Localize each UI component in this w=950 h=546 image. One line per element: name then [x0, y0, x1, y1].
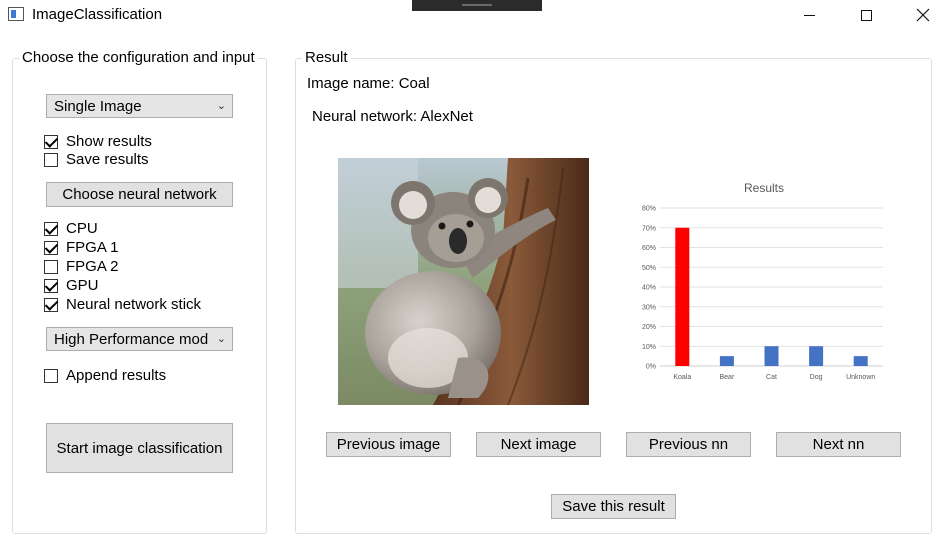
performance-select[interactable]: High Performance mod ⌄: [46, 327, 233, 351]
checkbox-icon[interactable]: [44, 134, 58, 149]
checkbox-icon[interactable]: [44, 297, 58, 312]
chart-bar-bear: [719, 356, 734, 366]
chart-bar-dog: [809, 346, 824, 366]
next-image-button[interactable]: Next image: [476, 432, 601, 457]
app-window-icon: [8, 7, 24, 21]
chart-y-tick-label: 0%: [646, 364, 656, 371]
chart-y-tick-label: 10%: [642, 344, 656, 351]
chart-x-tick-label: Dog: [810, 374, 823, 381]
device-label: GPU: [66, 277, 99, 294]
chart-x-tick-label: Unknown: [846, 374, 875, 381]
append-results-label: Append results: [66, 367, 167, 384]
close-icon[interactable]: [894, 0, 950, 30]
drag-handle[interactable]: [412, 0, 542, 11]
previous-nn-button[interactable]: Previous nn: [626, 432, 751, 457]
chart-y-tick-label: 80%: [642, 206, 656, 213]
config-group-legend: Choose the configuration and input: [19, 49, 258, 66]
checkbox-icon[interactable]: [44, 368, 58, 383]
window-title: ImageClassification: [32, 6, 163, 23]
chart-bar-koala: [675, 227, 690, 366]
checkbox-icon[interactable]: [44, 152, 58, 167]
chart-y-tick-label: 20%: [642, 324, 656, 331]
minimize-icon[interactable]: [780, 0, 838, 30]
result-group-legend: Result: [302, 49, 351, 66]
device-label: CPU: [66, 220, 98, 237]
chevron-down-icon: ⌄: [213, 332, 226, 345]
mode-select[interactable]: Single Image ⌄: [46, 94, 233, 118]
chart-y-tick-label: 70%: [642, 225, 656, 232]
device-checkbox-nn-stick[interactable]: Neural network stick: [44, 295, 201, 314]
start-classification-button[interactable]: Start image classification: [46, 423, 233, 473]
chart-x-tick-label: Cat: [766, 374, 777, 381]
device-checkbox-fpga2[interactable]: FPGA 2: [44, 257, 119, 276]
save-result-button[interactable]: Save this result: [551, 494, 676, 519]
image-name-label: Image name: Coal: [307, 75, 430, 92]
chart-y-axis: 0% 10% 20% 30% 40% 50% 60% 70% 80%: [642, 206, 656, 371]
chart-x-tick-label: Bear: [720, 374, 735, 381]
mode-select-value: Single Image: [54, 97, 142, 115]
checkbox-icon[interactable]: [44, 259, 58, 274]
chart-y-tick-label: 30%: [642, 304, 656, 311]
next-nn-button[interactable]: Next nn: [776, 432, 901, 457]
device-label: FPGA 2: [66, 258, 119, 275]
chart-y-tick-label: 40%: [642, 285, 656, 292]
previous-image-button[interactable]: Previous image: [326, 432, 451, 457]
save-results-label: Save results: [66, 151, 149, 168]
chart-bars: [675, 227, 868, 366]
chart-y-tick-label: 60%: [642, 245, 656, 252]
chart-gridlines: [660, 207, 883, 367]
checkbox-icon[interactable]: [44, 240, 58, 255]
device-label: FPGA 1: [66, 239, 119, 256]
chevron-down-icon: ⌄: [216, 100, 226, 112]
chart-y-tick-label: 50%: [642, 265, 656, 272]
save-results-checkbox[interactable]: Save results: [44, 150, 149, 169]
chart-x-axis: Koala Bear Cat Dog Unknown: [673, 374, 875, 381]
show-results-label: Show results: [66, 133, 152, 150]
performance-select-value: High Performance mod: [54, 330, 209, 348]
classified-image: [338, 158, 589, 405]
chart-bar-unknown: [853, 356, 868, 366]
maximize-icon[interactable]: [837, 0, 895, 30]
device-checkbox-gpu[interactable]: GPU: [44, 276, 99, 295]
chart-bar-cat: [764, 346, 779, 366]
device-checkbox-fpga1[interactable]: FPGA 1: [44, 238, 119, 257]
chart-title: Results: [744, 181, 784, 195]
checkbox-icon[interactable]: [44, 278, 58, 293]
device-label: Neural network stick: [66, 296, 202, 313]
results-chart: Results 0% 10% 20% 30% 40% 50% 60% 70% 80% Koala…: [642, 181, 883, 381]
choose-neural-network-button[interactable]: Choose neural network: [46, 182, 233, 207]
append-results-checkbox[interactable]: Append results: [44, 366, 166, 385]
neural-network-label: Neural network: AlexNet: [312, 108, 473, 125]
checkbox-icon[interactable]: [44, 221, 58, 236]
device-checkbox-cpu[interactable]: CPU: [44, 219, 98, 238]
chart-x-tick-label: Koala: [673, 374, 691, 381]
show-results-checkbox[interactable]: Show results: [44, 132, 152, 151]
